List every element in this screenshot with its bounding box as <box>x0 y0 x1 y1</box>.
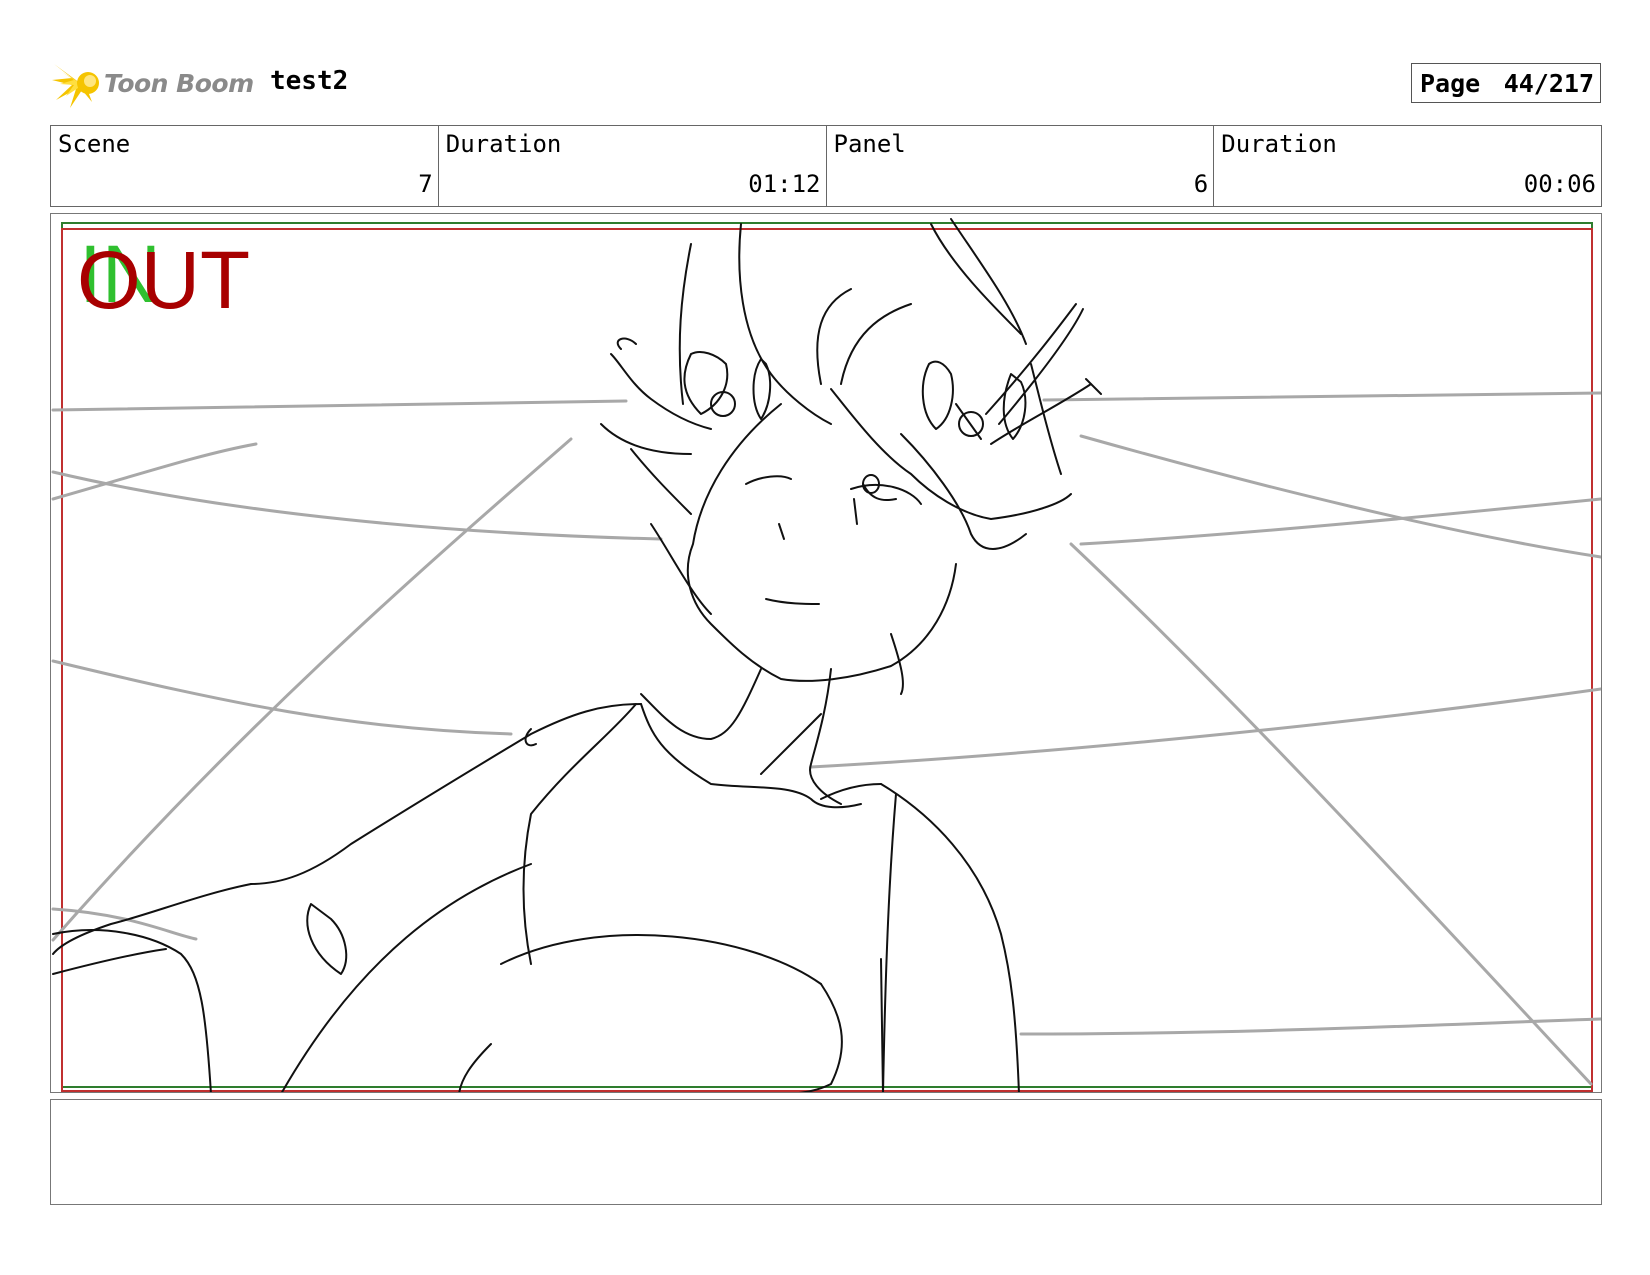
panel-info-table: Scene 7 Duration 01:12 Panel 6 Duration … <box>50 125 1602 207</box>
panel-duration-value: 00:06 <box>1523 170 1596 198</box>
panel-cell: Panel 6 <box>827 126 1215 206</box>
character-sketch <box>52 218 1102 1092</box>
page-number: 44/217 <box>1503 68 1594 98</box>
out-marker: OUT <box>77 235 251 326</box>
panel-duration-label: Duration <box>1221 130 1337 158</box>
project-name: test2 <box>270 66 349 96</box>
scene-value: 7 <box>418 170 433 198</box>
panel-drawing <box>51 218 1601 1092</box>
scene-cell: Scene 7 <box>51 126 439 206</box>
panel-value: 6 <box>1193 170 1209 198</box>
perspective-guides <box>51 391 1601 1086</box>
panel-duration-cell: Duration 00:06 <box>1214 126 1601 206</box>
action-safe-frame-red <box>61 228 1593 1092</box>
scene-duration-value: 01:12 <box>748 170 821 198</box>
panel-notes-box <box>50 1099 1602 1205</box>
logo-text: Toon Boom <box>104 68 254 98</box>
panel-label: Panel <box>833 130 906 158</box>
scene-duration-cell: Duration 01:12 <box>439 126 827 206</box>
starburst-icon <box>52 64 99 108</box>
scene-label: Scene <box>58 130 131 158</box>
page-indicator: Page 44/217 <box>1411 63 1601 103</box>
toon-boom-logo: Toon Boom <box>52 55 254 111</box>
title-safe-frame-green <box>61 222 1593 1088</box>
page-label: Page <box>1420 68 1481 98</box>
storyboard-panel: IN OUT <box>50 213 1602 1093</box>
scene-duration-label: Duration <box>445 130 562 158</box>
